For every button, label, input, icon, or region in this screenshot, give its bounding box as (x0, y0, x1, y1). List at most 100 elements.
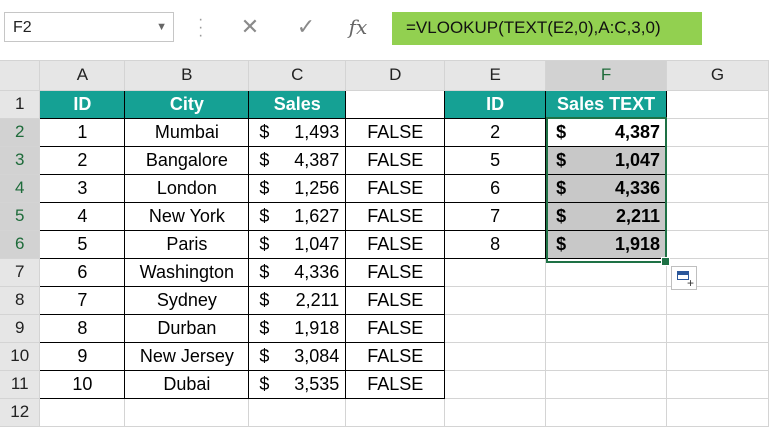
cell-sales[interactable]: $1,047 (248, 229, 347, 259)
cell-e[interactable] (444, 342, 547, 371)
cell-f[interactable] (545, 342, 668, 371)
row-header[interactable]: 8 (0, 286, 41, 315)
column-header-f[interactable]: F (545, 61, 668, 91)
column-header-a[interactable]: A (39, 61, 126, 91)
cell-match-flag[interactable]: FALSE (345, 173, 446, 203)
cell-match-flag[interactable]: FALSE (345, 117, 446, 147)
cell-match-flag[interactable]: FALSE (345, 257, 446, 287)
cell-f[interactable] (545, 286, 668, 315)
row-header[interactable]: 5 (0, 202, 41, 231)
cell-match-flag[interactable]: FALSE (345, 229, 446, 259)
cell-c[interactable] (248, 398, 347, 427)
row-header[interactable]: 4 (0, 174, 41, 203)
cell-lookup-id[interactable]: 6 (444, 173, 547, 203)
cell-sales[interactable]: $4,387 (248, 145, 347, 175)
column-header-d[interactable]: D (345, 61, 446, 91)
cell-id[interactable]: 1 (39, 117, 126, 147)
row-header[interactable]: 3 (0, 146, 41, 175)
cell-g[interactable] (666, 230, 769, 259)
header-city[interactable]: City (124, 89, 250, 119)
column-header-b[interactable]: B (124, 61, 250, 91)
cell-sales[interactable]: $2,211 (248, 285, 347, 315)
cell-sales-text[interactable]: $1,047 (545, 145, 668, 175)
select-all-corner[interactable] (0, 61, 41, 91)
insert-function-button[interactable]: fx (338, 12, 378, 42)
cell-match-flag[interactable]: FALSE (345, 285, 446, 315)
cell-city[interactable]: New Jersey (124, 341, 250, 371)
cell-id[interactable]: 9 (39, 341, 126, 371)
row-header[interactable]: 11 (0, 370, 41, 399)
cell-sales[interactable]: $1,627 (248, 201, 347, 231)
cell-sales[interactable]: $1,493 (248, 117, 347, 147)
column-header-e[interactable]: E (444, 61, 547, 91)
chevron-down-icon[interactable]: ▼ (156, 21, 167, 33)
cell-f[interactable] (545, 258, 668, 287)
cell-g[interactable] (666, 146, 769, 175)
cell-g[interactable] (666, 174, 769, 203)
cell-sales-text-active[interactable]: $4,387 (545, 117, 668, 147)
cell-id[interactable]: 2 (39, 145, 126, 175)
cell-g[interactable] (666, 314, 769, 343)
column-header-g[interactable]: G (666, 61, 769, 91)
cell-g[interactable] (666, 342, 769, 371)
cell-e[interactable] (444, 370, 547, 399)
cell-sales[interactable]: $1,256 (248, 173, 347, 203)
cell-f[interactable] (545, 370, 668, 399)
cell-d[interactable] (345, 398, 446, 427)
row-header[interactable]: 9 (0, 314, 41, 343)
cell-city[interactable]: Bangalore (124, 145, 250, 175)
cell-lookup-id[interactable]: 7 (444, 201, 547, 231)
cell-city[interactable]: New York (124, 201, 250, 231)
cell-b[interactable] (124, 398, 250, 427)
cell-city[interactable]: Paris (124, 229, 250, 259)
cell-city[interactable]: Washington (124, 257, 250, 287)
cell-f[interactable] (545, 314, 668, 343)
cell-e[interactable] (444, 398, 547, 427)
cell-e[interactable] (444, 314, 547, 343)
quick-analysis-button[interactable]: + (671, 266, 697, 290)
row-header[interactable]: 2 (0, 118, 41, 147)
drag-handle-icon[interactable]: · · · (198, 12, 204, 44)
cell-match-flag[interactable]: FALSE (345, 145, 446, 175)
cell-lookup-id[interactable]: 8 (444, 229, 547, 259)
formula-input[interactable]: =VLOOKUP(TEXT(E2,0),A:C,3,0) (392, 12, 702, 45)
row-header[interactable]: 6 (0, 230, 41, 259)
row-header[interactable]: 7 (0, 258, 41, 287)
cell-g[interactable] (666, 370, 769, 399)
cell-city[interactable]: Sydney (124, 285, 250, 315)
cell-city[interactable]: Mumbai (124, 117, 250, 147)
cell-g[interactable] (666, 286, 769, 315)
cell-f[interactable] (545, 398, 668, 427)
cell-lookup-id[interactable]: 5 (444, 145, 547, 175)
name-box[interactable]: F2 ▼ (4, 12, 174, 42)
cell-match-flag[interactable]: FALSE (345, 313, 446, 343)
cell-e[interactable] (444, 286, 547, 315)
cell-d1[interactable] (345, 89, 446, 119)
cell-id[interactable]: 6 (39, 257, 126, 287)
cell-match-flag[interactable]: FALSE (345, 369, 446, 399)
row-header[interactable]: 1 (0, 90, 41, 119)
cell-sales[interactable]: $3,084 (248, 341, 347, 371)
cell-lookup-id[interactable]: 2 (444, 117, 547, 147)
cell-sales[interactable]: $4,336 (248, 257, 347, 287)
cell-g[interactable] (666, 118, 769, 147)
cell-id[interactable]: 5 (39, 229, 126, 259)
cell-city[interactable]: London (124, 173, 250, 203)
cell-id[interactable]: 10 (39, 369, 126, 399)
cell-sales[interactable]: $1,918 (248, 313, 347, 343)
cell-sales-text[interactable]: $2,211 (545, 201, 668, 231)
cell-match-flag[interactable]: FALSE (345, 201, 446, 231)
header-lookup-id[interactable]: ID (444, 89, 547, 119)
cell-sales-text[interactable]: $1,918 (545, 229, 668, 259)
cell-city[interactable]: Dubai (124, 369, 250, 399)
cell-id[interactable]: 8 (39, 313, 126, 343)
row-header[interactable]: 10 (0, 342, 41, 371)
cell-a[interactable] (39, 398, 126, 427)
header-sales[interactable]: Sales (248, 89, 347, 119)
cell-sales[interactable]: $3,535 (248, 369, 347, 399)
enter-button[interactable]: ✓ (286, 12, 326, 42)
fill-handle[interactable] (661, 257, 670, 266)
cell-city[interactable]: Durban (124, 313, 250, 343)
row-header[interactable]: 12 (0, 398, 41, 427)
cell-e[interactable] (444, 258, 547, 287)
